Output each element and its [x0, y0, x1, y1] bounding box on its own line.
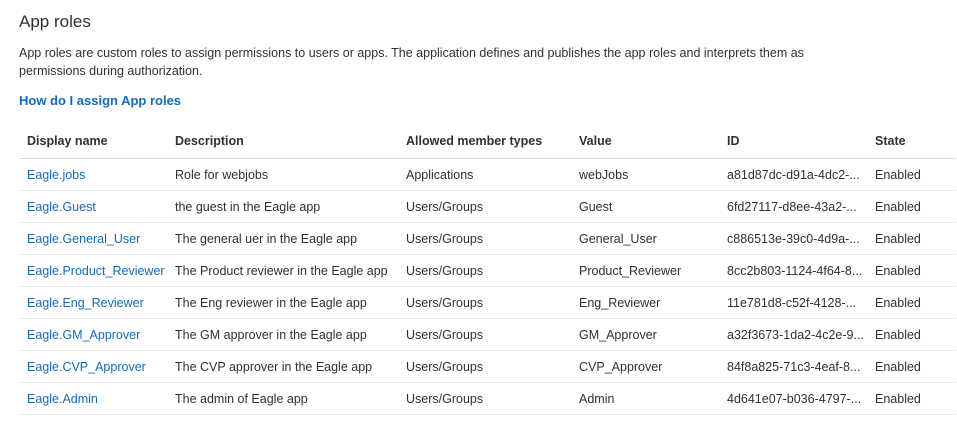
role-value: CVP_Approver — [571, 350, 719, 383]
role-state: Enabled — [867, 286, 956, 319]
role-state: Enabled — [867, 254, 956, 287]
table-row: Eagle.Product_Reviewer The Product revie… — [19, 254, 956, 287]
role-description: The Eng reviewer in the Eagle app — [171, 286, 398, 319]
role-allowed-member-types: Applications — [398, 158, 571, 191]
column-header-allowed-member-types[interactable]: Allowed member types — [398, 124, 571, 159]
role-description: The general uer in the Eagle app — [171, 222, 398, 255]
role-description: The admin of Eagle app — [171, 382, 398, 415]
role-allowed-member-types: Users/Groups — [398, 318, 571, 351]
role-state: Enabled — [867, 382, 956, 415]
table-header-row: Display name Description Allowed member … — [19, 124, 956, 159]
role-id: 11e781d8-c52f-4128-... — [719, 286, 867, 319]
role-display-name-link[interactable]: Eagle.General_User — [27, 232, 140, 246]
table-row: Eagle.General_User The general uer in th… — [19, 222, 956, 255]
role-id: 8cc2b803-1124-4f64-8... — [719, 254, 867, 287]
role-state: Enabled — [867, 350, 956, 383]
role-description: The GM approver in the Eagle app — [171, 318, 398, 351]
assign-app-roles-help-link[interactable]: How do I assign App roles — [19, 93, 181, 108]
role-display-name-cell: Eagle.Product_Reviewer — [19, 254, 171, 287]
column-header-state[interactable]: State — [867, 124, 956, 159]
role-state: Enabled — [867, 158, 956, 191]
column-header-display-name[interactable]: Display name — [19, 124, 171, 159]
column-header-value[interactable]: Value — [571, 124, 719, 159]
role-allowed-member-types: Users/Groups — [398, 382, 571, 415]
role-display-name-cell: Eagle.GM_Approver — [19, 318, 171, 351]
role-allowed-member-types: Users/Groups — [398, 350, 571, 383]
role-value: webJobs — [571, 158, 719, 191]
role-display-name-link[interactable]: Eagle.Guest — [27, 200, 96, 214]
role-display-name-link[interactable]: Eagle.Admin — [27, 392, 98, 406]
role-allowed-member-types: Users/Groups — [398, 222, 571, 255]
app-roles-page: App roles App roles are custom roles to … — [0, 0, 957, 434]
role-display-name-cell: Eagle.CVP_Approver — [19, 350, 171, 383]
column-header-description[interactable]: Description — [171, 124, 398, 159]
table-row: Eagle.Eng_Reviewer The Eng reviewer in t… — [19, 286, 956, 319]
role-allowed-member-types: Users/Groups — [398, 254, 571, 287]
role-id: c886513e-39c0-4d9a-... — [719, 222, 867, 255]
role-id: a81d87dc-d91a-4dc2-... — [719, 158, 867, 191]
role-value: Admin — [571, 382, 719, 415]
column-header-id[interactable]: ID — [719, 124, 867, 159]
role-value: General_User — [571, 222, 719, 255]
role-value: Product_Reviewer — [571, 254, 719, 287]
table-row: Eagle.Guest the guest in the Eagle app U… — [19, 190, 956, 223]
role-description: The CVP approver in the Eagle app — [171, 350, 398, 383]
role-id: a32f3673-1da2-4c2e-9... — [719, 318, 867, 351]
role-allowed-member-types: Users/Groups — [398, 190, 571, 223]
role-display-name-link[interactable]: Eagle.Eng_Reviewer — [27, 296, 144, 310]
role-display-name-link[interactable]: Eagle.GM_Approver — [27, 328, 140, 342]
role-description: the guest in the Eagle app — [171, 190, 398, 223]
role-value: GM_Approver — [571, 318, 719, 351]
role-id: 84f8a825-71c3-4eaf-8... — [719, 350, 867, 383]
role-state: Enabled — [867, 318, 956, 351]
section-title: App roles — [19, 12, 91, 31]
role-id: 4d641e07-b036-4797-... — [719, 382, 867, 415]
role-value: Guest — [571, 190, 719, 223]
role-description: The Product reviewer in the Eagle app — [171, 254, 398, 287]
table-row: Eagle.jobs Role for webjobs Applications… — [19, 158, 956, 191]
role-display-name-link[interactable]: Eagle.Product_Reviewer — [27, 264, 165, 278]
role-state: Enabled — [867, 190, 956, 223]
app-roles-table: Display name Description Allowed member … — [19, 124, 956, 415]
role-display-name-cell: Eagle.jobs — [19, 158, 171, 191]
role-description: Role for webjobs — [171, 158, 398, 191]
table-row: Eagle.Admin The admin of Eagle app Users… — [19, 382, 956, 415]
table-row: Eagle.CVP_Approver The CVP approver in t… — [19, 350, 956, 383]
role-allowed-member-types: Users/Groups — [398, 286, 571, 319]
role-display-name-link[interactable]: Eagle.CVP_Approver — [27, 360, 146, 374]
section-description: App roles are custom roles to assign per… — [19, 46, 804, 78]
role-state: Enabled — [867, 222, 956, 255]
role-value: Eng_Reviewer — [571, 286, 719, 319]
table-row: Eagle.GM_Approver The GM approver in the… — [19, 318, 956, 351]
role-display-name-cell: Eagle.General_User — [19, 222, 171, 255]
role-display-name-cell: Eagle.Guest — [19, 190, 171, 223]
role-display-name-cell: Eagle.Admin — [19, 382, 171, 415]
role-id: 6fd27117-d8ee-43a2-... — [719, 190, 867, 223]
role-display-name-link[interactable]: Eagle.jobs — [27, 168, 85, 182]
role-display-name-cell: Eagle.Eng_Reviewer — [19, 286, 171, 319]
